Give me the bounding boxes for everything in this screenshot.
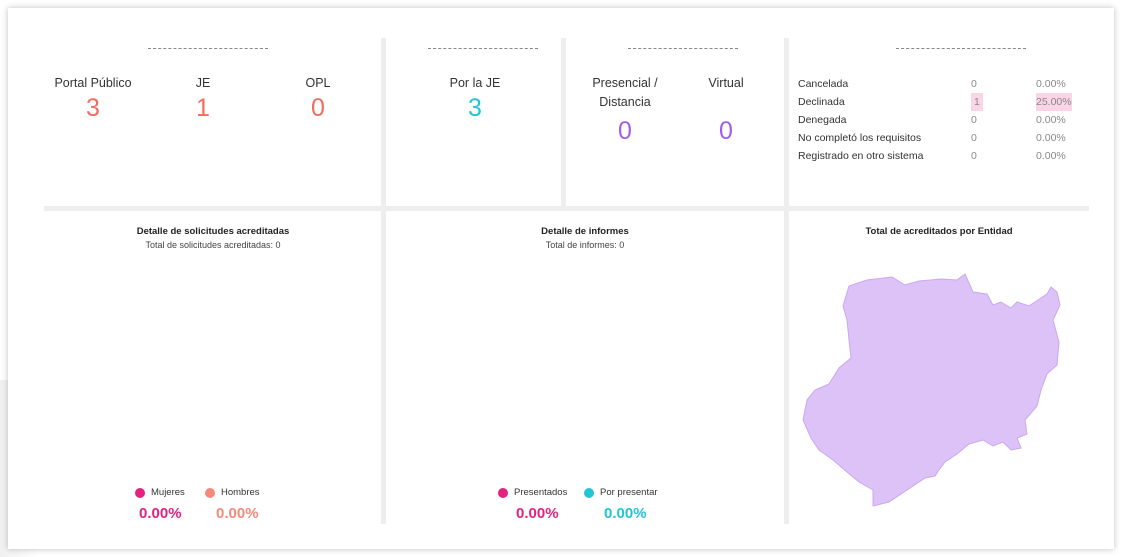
legend-label: Mujeres <box>151 487 185 498</box>
stat-virtual: Virtual 0 <box>693 74 759 146</box>
legend-item-mujeres[interactable]: Mujeres <box>135 487 185 498</box>
stat-presencial-distancia: Presencial / Distancia 0 <box>580 74 670 146</box>
divider <box>561 38 566 206</box>
legend-label: Presentados <box>514 487 568 498</box>
row-percent: 25.00% <box>1036 93 1072 111</box>
entidad-map[interactable] <box>789 250 1089 510</box>
table-row: Registrado en otro sistema 0 0.00% <box>798 147 1083 165</box>
divider <box>381 38 386 206</box>
dashboard-frame: Portal Público 3 JE 1 OPL 0 Por la JE 3 … <box>8 8 1114 549</box>
panel-title: Detalle de solicitudes acreditadas <box>136 226 290 237</box>
stat-value: 0 <box>719 117 733 145</box>
legend-dot-icon <box>205 487 215 498</box>
row-label: Denegada <box>798 114 847 126</box>
divider <box>784 38 789 206</box>
panel-title-cut <box>428 48 538 53</box>
legend-dot-icon <box>584 487 594 498</box>
row-percent: 0.00% <box>1036 132 1066 144</box>
stat-por-la-je: Por la JE 3 <box>428 74 522 123</box>
row-count: 0 <box>971 132 977 144</box>
panel-title-cut <box>148 48 268 53</box>
legend-item-presentados[interactable]: Presentados <box>498 487 567 498</box>
panel-acreditados-por-entidad: Total de acreditados por Entidad <box>789 220 1089 524</box>
row-percent: 0.00% <box>1036 114 1066 126</box>
panel-subtitle: Total de informes: 0 <box>545 240 625 250</box>
row-count: 0 <box>971 78 977 90</box>
percent-presentados: 0.00% <box>516 505 559 522</box>
percent-por-presentar: 0.00% <box>604 505 647 522</box>
stat-label: JE <box>195 76 211 90</box>
entity-region <box>802 273 1061 507</box>
legend-dot-icon <box>498 487 508 498</box>
row-label: Cancelada <box>798 78 849 90</box>
stat-portal-publico: Portal Público 3 <box>48 74 138 123</box>
panel-solicitudes-acreditadas: Detalle de solicitudes acreditadas Total… <box>48 220 378 524</box>
stat-value: 0 <box>618 117 632 145</box>
legend-dot-icon <box>135 487 145 498</box>
row-label: No completó los requisitos <box>798 132 922 144</box>
legend-item-hombres[interactable]: Hombres <box>205 487 260 498</box>
stat-label: OPL <box>305 76 331 90</box>
row-count: 1 <box>971 93 983 111</box>
table-row: Cancelada 0 0.00% <box>798 75 1083 93</box>
row-percent: 0.00% <box>1036 150 1066 162</box>
stat-value: 3 <box>468 94 482 122</box>
row-label: Declinada <box>798 96 845 108</box>
legend-label: Por presentar <box>600 487 658 498</box>
table-row: Denegada 0 0.00% <box>798 111 1083 129</box>
percent-hombres: 0.00% <box>216 505 259 522</box>
panel-title-cut <box>896 48 1026 53</box>
panel-informes: Detalle de informes Total de informes: 0… <box>386 220 784 524</box>
status-table: Cancelada 0 0.00% Declinada 1 25.00% Den… <box>798 75 1083 165</box>
panel-subtitle: Total de solicitudes acreditadas: 0 <box>145 240 281 250</box>
panel-title-cut <box>628 48 738 53</box>
stat-je: JE 1 <box>168 74 238 123</box>
stat-value: 3 <box>86 94 100 122</box>
panel-title: Detalle de informes <box>541 226 629 237</box>
table-row: No completó los requisitos 0 0.00% <box>798 129 1083 147</box>
stat-label: Presencial / Distancia <box>592 76 658 109</box>
stat-label: Virtual <box>708 76 744 90</box>
stat-label: Portal Público <box>54 76 132 90</box>
row-count: 0 <box>971 114 977 126</box>
panel-title: Total de acreditados por Entidad <box>865 226 1013 237</box>
stat-value: 1 <box>196 94 210 122</box>
stat-label: Por la JE <box>449 76 501 90</box>
stat-opl: OPL 0 <box>283 74 353 123</box>
legend-item-por-presentar[interactable]: Por presentar <box>584 487 658 498</box>
stat-value: 0 <box>311 94 325 122</box>
divider <box>44 206 1089 211</box>
row-count: 0 <box>971 150 977 162</box>
legend-label: Hombres <box>221 487 260 498</box>
table-row: Declinada 1 25.00% <box>798 93 1083 111</box>
percent-mujeres: 0.00% <box>139 505 182 522</box>
row-label: Registrado en otro sistema <box>798 150 924 162</box>
row-percent: 0.00% <box>1036 78 1066 90</box>
